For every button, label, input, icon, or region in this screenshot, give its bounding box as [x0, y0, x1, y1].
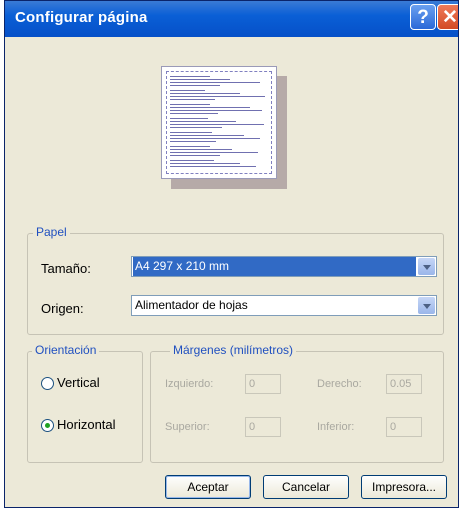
chevron-down-icon[interactable]	[418, 258, 435, 275]
source-select-value: Alimentador de hojas	[135, 298, 248, 312]
close-button[interactable]: ✕	[437, 4, 458, 30]
vertical-radio[interactable]	[41, 377, 54, 390]
page-setup-dialog: Configurar página ? ✕ Papel Tamaño: A4 2…	[4, 0, 459, 508]
right-margin-label: Derecho:	[317, 378, 362, 390]
left-margin-input[interactable]: 0	[245, 374, 281, 394]
top-margin-input[interactable]: 0	[245, 417, 281, 437]
horizontal-label[interactable]: Horizontal	[57, 417, 116, 432]
paper-legend: Papel	[33, 225, 70, 239]
bottom-margin-input[interactable]: 0	[386, 417, 422, 437]
close-icon: ✕	[442, 7, 458, 28]
question-icon: ?	[417, 7, 429, 28]
left-margin-label: Izquierdo:	[165, 378, 214, 390]
window-title: Configurar página	[15, 9, 148, 26]
size-select[interactable]: A4 297 x 210 mm	[131, 256, 437, 277]
orientation-legend: Orientación	[32, 343, 100, 357]
page-preview-margins	[166, 71, 272, 174]
printer-button[interactable]: Impresora...	[361, 475, 447, 499]
margins-group	[150, 351, 444, 463]
right-margin-input[interactable]: 0.05	[386, 374, 422, 394]
source-label: Origen:	[41, 301, 84, 316]
help-button[interactable]: ?	[410, 4, 436, 30]
chevron-down-icon[interactable]	[418, 297, 435, 314]
orientation-group	[27, 351, 143, 463]
horizontal-radio[interactable]	[41, 419, 54, 432]
source-select[interactable]: Alimentador de hojas	[131, 295, 437, 316]
title-bar[interactable]: Configurar página ? ✕	[5, 1, 458, 37]
size-label: Tamaño:	[41, 261, 91, 276]
top-margin-label: Superior:	[165, 421, 210, 433]
vertical-label[interactable]: Vertical	[57, 375, 100, 390]
cancel-button[interactable]: Cancelar	[263, 475, 349, 499]
accept-button[interactable]: Aceptar	[165, 475, 251, 499]
bottom-margin-label: Inferior:	[317, 421, 355, 433]
paper-group	[27, 233, 444, 335]
page-preview-sheet	[161, 66, 277, 179]
margins-legend: Márgenes (milímetros)	[170, 343, 297, 357]
page-preview	[5, 39, 458, 219]
size-select-value: A4 297 x 210 mm	[133, 257, 416, 276]
